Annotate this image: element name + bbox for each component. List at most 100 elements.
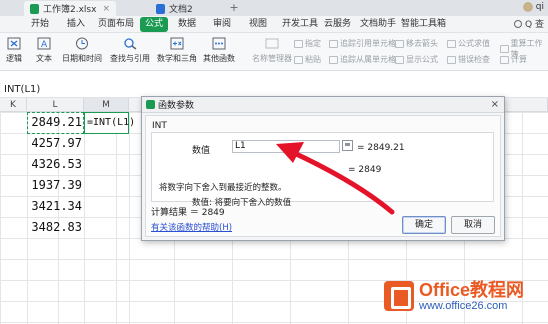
grid-line (129, 112, 130, 324)
user-account[interactable]: qi (522, 2, 544, 12)
column-header-k[interactable]: K (0, 98, 27, 112)
trace-precedents-button[interactable]: 追踪引用单元格 (329, 38, 396, 49)
dialog-body: INT 数值 L1 = 2849.21 = 2849 将数字向下舍入到最接近的整… (145, 115, 501, 237)
calculate-button[interactable]: 计算 (500, 54, 527, 65)
remove-arrows-icon (395, 39, 404, 48)
svg-text:A: A (41, 40, 48, 50)
function-description: 将数字向下舍入到最接近的整数。 (159, 183, 287, 193)
recalc-icon (500, 45, 509, 53)
logic-label: 逻辑 (6, 54, 22, 63)
menu-bar: 开始 插入 页面布局 公式 数据 审阅 视图 开发工具 云服务 文档助手 智能工… (0, 16, 548, 33)
trace-precedents-icon (329, 39, 338, 48)
remove-arrows-button[interactable]: 移去箭头 (395, 38, 438, 49)
cell-l5[interactable]: 3421.34 (27, 196, 82, 217)
dialog-title: 函数参数 (158, 101, 195, 111)
text-icon: A (36, 36, 52, 50)
tab-document-label: 文档2 (169, 5, 193, 15)
other-functions-label: 其他函数 (203, 54, 235, 63)
cell-l2[interactable]: 4257.97 (27, 133, 82, 154)
menu-item-toolbox[interactable]: 智能工具箱 (401, 16, 446, 33)
tab-workbook-label: 工作簿2.xlsx (43, 5, 97, 15)
lookup-label: 查找与引用 (110, 54, 150, 63)
specify-button[interactable]: 指定 (294, 38, 321, 49)
text-button[interactable]: A 文本 (36, 36, 52, 64)
number-input[interactable]: L1 (232, 140, 340, 153)
search-icon (514, 19, 523, 28)
menu-item-start[interactable]: 开始 (31, 16, 49, 33)
param-label: 数值 (192, 146, 211, 156)
datetime-label: 日期和时间 (62, 54, 102, 63)
logic-icon (6, 36, 22, 50)
clock-icon (74, 36, 90, 50)
show-formulas-icon (395, 55, 404, 64)
menu-item-data[interactable]: 数据 (178, 16, 196, 33)
calculate-label: 计算 (511, 55, 527, 64)
search-box[interactable]: Q 查 (514, 17, 544, 30)
menu-item-review[interactable]: 审阅 (213, 16, 231, 33)
show-formulas-button[interactable]: 显示公式 (395, 54, 438, 65)
menu-item-page-layout[interactable]: 页面布局 (98, 16, 134, 33)
menu-item-view[interactable]: 视图 (249, 16, 267, 33)
menu-item-insert[interactable]: 插入 (67, 16, 85, 33)
evaluate-formula-icon (447, 39, 456, 48)
menu-item-developer[interactable]: 开发工具 (282, 16, 318, 33)
tab-document[interactable]: 文档2 (150, 1, 199, 16)
cell-l6[interactable]: 3482.83 (27, 217, 82, 238)
ribbon: 逻辑 A 文本 日期和时间 查找与引用 数学和三角 其他函数 名称管理器 指定 … (0, 33, 548, 71)
datetime-button[interactable]: 日期和时间 (62, 36, 102, 64)
more-functions-icon (211, 36, 227, 50)
cell-l1[interactable]: 2849.21 (27, 112, 82, 133)
paste-icon (294, 55, 303, 64)
title-bar: 工作簿2.xlsx × 文档2 + qi (0, 0, 548, 16)
column-header-m[interactable]: M (84, 98, 129, 112)
cell-l4[interactable]: 1937.39 (27, 175, 82, 196)
argument-box: 数值 L1 = 2849.21 = 2849 将数字向下舍入到最接近的整数。 数… (151, 132, 494, 208)
logic-button[interactable]: 逻辑 (6, 36, 22, 64)
watermark-logo: Office教程网 www.office26.com (384, 272, 546, 320)
tab-workbook[interactable]: 工作簿2.xlsx × (24, 1, 116, 16)
close-icon[interactable]: × (102, 4, 110, 14)
text-label: 文本 (36, 54, 52, 63)
avatar (522, 2, 533, 12)
paste-label: 粘贴 (305, 55, 321, 64)
trace-dependents-label: 追踪从属单元格 (340, 55, 396, 64)
menu-item-cloud[interactable]: 云服务 (324, 16, 351, 33)
remove-arrows-label: 移去箭头 (406, 39, 438, 48)
cell-l3[interactable]: 4326.53 (27, 154, 82, 175)
evaluate-formula-button[interactable]: 公式求值 (447, 38, 490, 49)
watermark-title: Office教程网 (419, 279, 525, 300)
error-check-label: 错误检查 (458, 55, 490, 64)
math-label: 数学和三角 (157, 54, 197, 63)
evaluate-formula-label: 公式求值 (458, 39, 490, 48)
math-icon (169, 36, 185, 50)
trace-precedents-label: 追踪引用单元格 (340, 39, 396, 48)
user-name: qi (535, 2, 544, 12)
dialog-title-bar[interactable]: 函数参数 (142, 97, 504, 113)
close-icon[interactable]: × (491, 99, 499, 110)
error-check-button[interactable]: 错误检查 (447, 54, 490, 65)
formula-result-inline: = 2849 (348, 165, 382, 175)
lookup-icon (122, 36, 138, 50)
menu-item-doc-assistant[interactable]: 文档助手 (360, 16, 396, 33)
spreadsheet-icon (30, 3, 39, 14)
name-manager-icon (264, 36, 280, 50)
collapse-dialog-icon[interactable] (342, 140, 353, 151)
other-functions-button[interactable]: 其他函数 (203, 36, 235, 64)
add-tab-icon[interactable]: + (228, 2, 240, 14)
function-arguments-dialog: 函数参数 × INT 数值 L1 = 2849.21 = 2849 将数字向下舍… (141, 96, 505, 241)
ok-button[interactable]: 确定 (402, 216, 446, 234)
trace-dependents-button[interactable]: 追踪从属单元格 (329, 54, 396, 65)
cancel-button[interactable]: 取消 (451, 216, 495, 234)
name-manager-button[interactable]: 名称管理器 (252, 36, 292, 64)
paste-name-button[interactable]: 粘贴 (294, 54, 321, 65)
lookup-button[interactable]: 查找与引用 (110, 36, 150, 64)
document-icon (156, 3, 165, 14)
menu-item-formula[interactable]: 公式 (140, 17, 169, 32)
app-logo-icon (146, 100, 155, 109)
error-check-icon (447, 55, 456, 64)
column-header-l[interactable]: L (27, 98, 84, 112)
search-label: Q 查 (525, 20, 544, 30)
math-button[interactable]: 数学和三角 (157, 36, 197, 64)
help-link[interactable]: 有关该函数的帮助(H) (151, 221, 232, 233)
cell-m1-formula[interactable]: =INT(L1) (84, 112, 135, 134)
